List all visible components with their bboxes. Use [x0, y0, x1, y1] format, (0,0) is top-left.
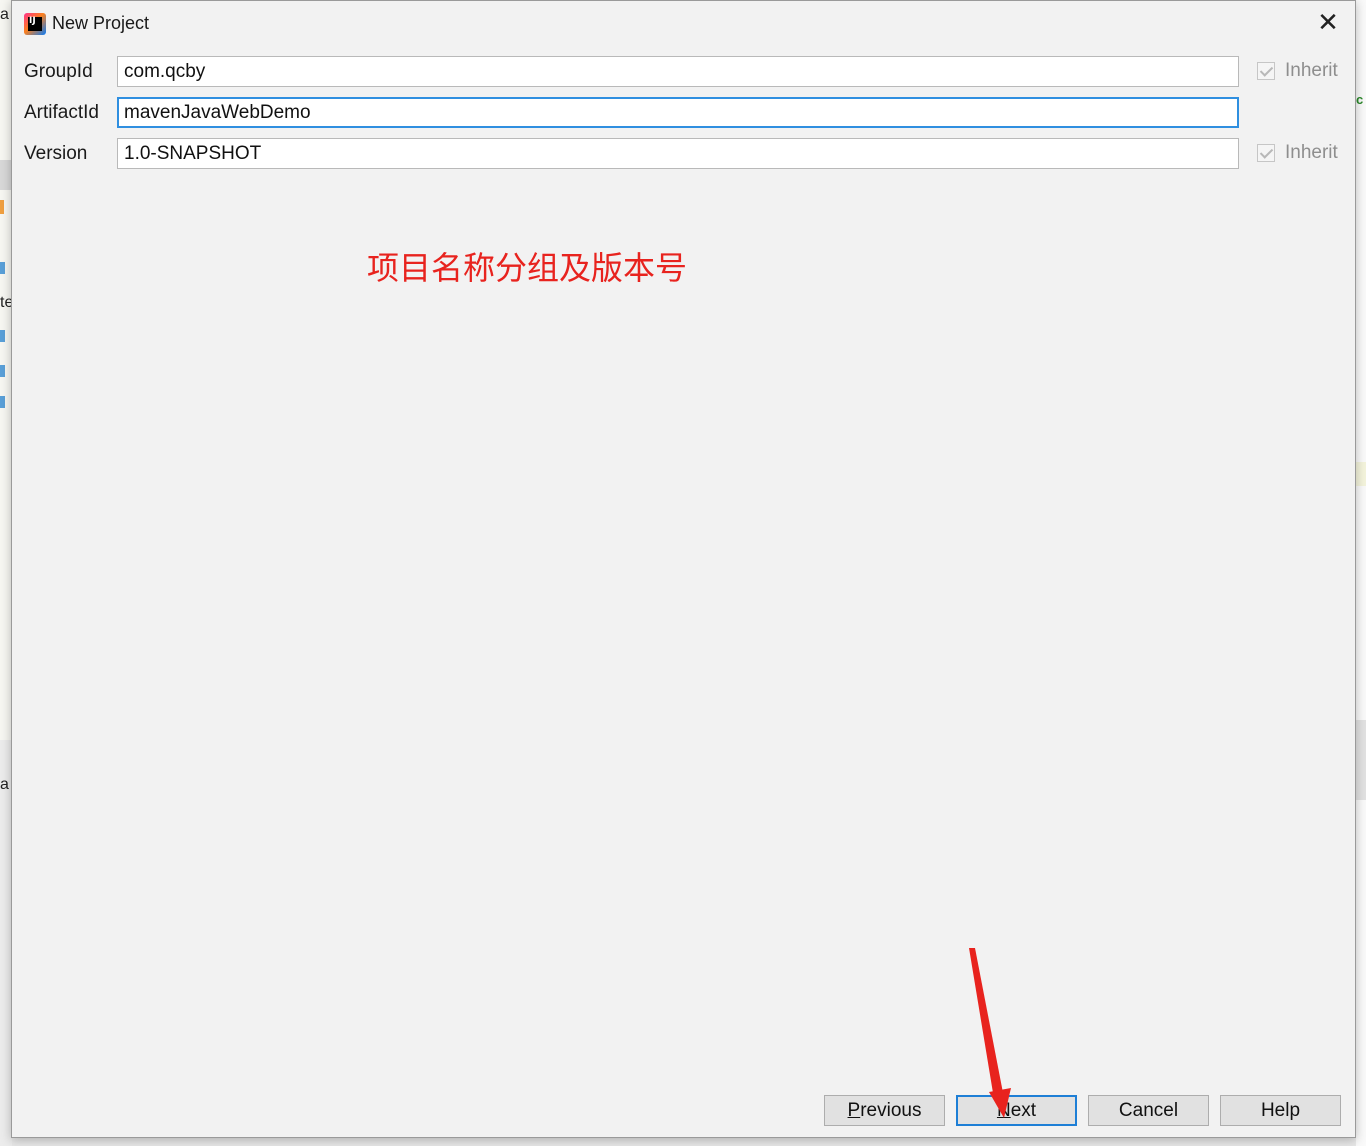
help-button[interactable]: Help — [1220, 1095, 1341, 1126]
background-text-fragment: c — [1356, 92, 1364, 107]
groupid-input[interactable] — [117, 56, 1239, 87]
artifactid-label: ArtifactId — [24, 102, 99, 123]
background-marker — [0, 365, 5, 377]
groupid-label: GroupId — [24, 61, 93, 82]
background-panel — [1356, 720, 1366, 800]
mnemonic: N — [996, 1100, 1011, 1121]
background-marker — [0, 330, 5, 342]
background-text-fragment: a — [0, 6, 9, 23]
dialog-title: New Project — [52, 13, 150, 33]
previous-button[interactable]: Previous — [824, 1095, 945, 1126]
version-input[interactable] — [117, 138, 1239, 169]
background-marker — [0, 396, 5, 408]
button-label: revious — [860, 1100, 922, 1121]
annotation-text: 项目名称分组及版本号 — [367, 250, 688, 286]
version-label: Version — [24, 143, 88, 164]
background-marker — [0, 200, 4, 214]
close-icon[interactable]: ✕ — [1315, 9, 1341, 35]
artifactid-input[interactable] — [117, 97, 1239, 128]
button-label: ext — [1010, 1100, 1037, 1121]
background-text-fragment: a — [0, 776, 9, 793]
background-highlight — [1356, 462, 1366, 486]
new-project-dialog: IJ New Project ✕ GroupId Inherit Artifac… — [11, 0, 1356, 1138]
background-marker — [0, 262, 5, 274]
checkbox-checked-icon — [1257, 144, 1275, 162]
dialog-titlebar: IJ New Project ✕ — [12, 1, 1355, 45]
intellij-idea-icon: IJ — [24, 13, 46, 35]
checkbox-checked-icon — [1257, 62, 1275, 80]
cancel-button[interactable]: Cancel — [1088, 1095, 1209, 1126]
background-ide-right: c — [1356, 0, 1366, 1146]
mnemonic: P — [847, 1100, 861, 1121]
next-button[interactable]: Next — [956, 1095, 1077, 1126]
inherit-label: Inherit — [1285, 60, 1338, 81]
inherit-label: Inherit — [1285, 142, 1338, 163]
